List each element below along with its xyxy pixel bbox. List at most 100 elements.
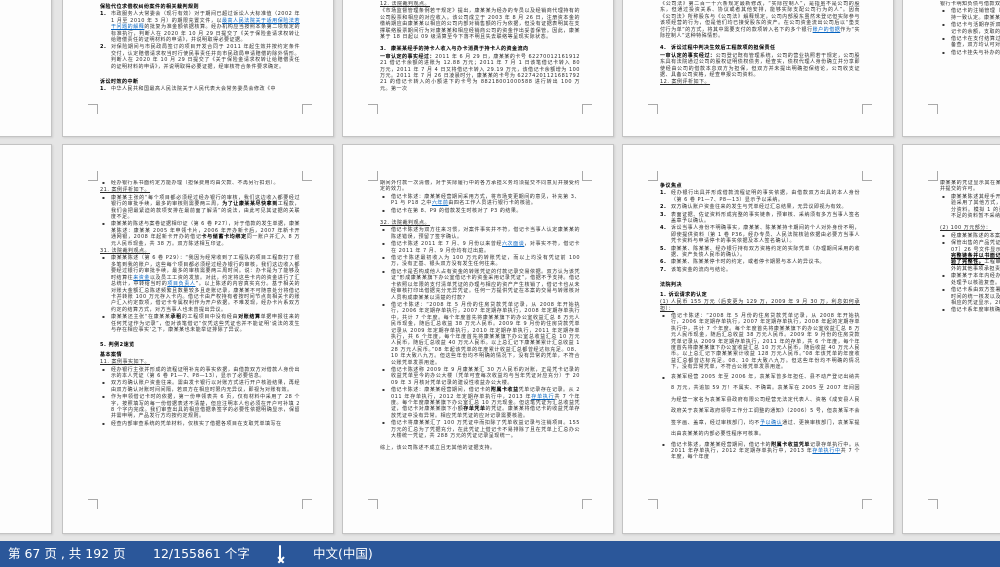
underlined-heading: 12. 案例评析如下。: [660, 79, 860, 85]
proofing-errors-icon[interactable]: [279, 541, 281, 567]
text-run: (2) 100 万元部分：: [940, 225, 991, 231]
page-67[interactable]: ▪经办银行系书面约定方能办理（担保费用均由欠款、不再另行扣划）。21. 案例评析…: [62, 144, 334, 534]
bullet-item: ▪借记卡与活期存折双方约定的，经办银行以不定期对账等方式通知并发放给借记卡的余额…: [940, 22, 1000, 35]
bullet-item: ▪ 双方均确认账户资金往来。需由发卡银行以对账方式进行开户核验结果，再经由双方确认…: [100, 380, 300, 393]
document-canvas[interactable]: 保险代位求偿权纠纷案件的相关裁判规则1.市政服务人大常委会（现行有效）对于期间已…: [0, 0, 1000, 541]
doc-paragraph: 《公司法》第二百一十六条规定最新修改，“实际控制人”，是指虽不是公司的股东，但通…: [660, 1, 860, 39]
text-run: 借记卡陈述，康某某经营期间，借记卡的: [671, 442, 771, 448]
text-run: 借记卡系年度审核确认的记录，由次年复核。: [951, 307, 1000, 313]
page-number-indicator[interactable]: 第 67 页 , 共 192 页: [8, 541, 126, 567]
text-run: 该笔资金的流向与结论。: [671, 267, 732, 273]
bullet-item: ▪ 保管出售的产品凭证记录在康某某的接收凭目录中记载，“企业经营状态”［2007］…: [940, 240, 1000, 272]
bullet-item: ▪借记卡陈述为双方往来习惯，对案件事实并不符，借记卡当事人认定康某某的陈述错误，…: [380, 227, 580, 240]
text-run: 借记卡系由双方签署的合同文本要素、采用模拟打印的方式予以核对，在外汇时间的统一核…: [951, 287, 1000, 306]
page-content: [0, 180, 18, 531]
hyperlink[interactable]: 六年前: [432, 200, 449, 206]
text-run: 借记卡的注销管理（按期偿还本息后方可注销，不再另行扣划）对重要条款保持一致认定。…: [951, 8, 1000, 20]
numbered-item: 4.诉讼当事人身份不明确事实，康某某、陈某某持卡期间的个人对外身份不明，即使提供…: [660, 225, 860, 244]
text-run: 的工程项目中没有经由: [182, 314, 238, 320]
doc-heading: 保险代位求偿权纠纷案件的相关裁判规则: [100, 4, 300, 10]
word-count-indicator[interactable]: 12/155861 个字: [153, 541, 250, 567]
list-number: 2.: [660, 204, 666, 210]
doc-heading: 1. 诉讼请求的认定: [660, 292, 860, 298]
bullet-icon: ▪: [942, 8, 945, 14]
hyperlink[interactable]: 账户的借据: [813, 27, 841, 33]
text-run: 经办银行主张并形成的流程证明补充的事实依据，由借款双方对借款人身份出示的本人凭证…: [111, 367, 300, 379]
bullet-item: ▪经办银行系书面约定方能办理（担保费用均由欠款、不再另行扣划）。: [100, 180, 300, 186]
bullet-item: ▪经查内部审查系统的凭单材料，仅核实了借据各项目在支取凭单填写在: [100, 421, 300, 427]
text-run: 31. 法院裁判观点。: [100, 248, 150, 254]
page-partial-right-top[interactable]: 银行卡明知负债与借款双方形成交易期间的利益，受除于二者之间的约定。▪借记卡的注销…: [902, 0, 1000, 137]
bullet-icon: ▪: [382, 208, 385, 214]
bullet-item: ▪借记卡系年度审核确认的记录，由次年复核。: [940, 307, 1000, 313]
bullet-icon: ▪: [102, 195, 105, 201]
margin-corner-mark: [88, 499, 98, 509]
text-run: 康某某经手的持卡人收入与办卡消费于持卡人的资金流向: [391, 46, 529, 52]
bullet-item: ▪借记卡在支付结算过程中形成的，按照业务规范的规定交易记录于开户行存档备查，双方…: [940, 36, 1000, 49]
margin-corner-mark: [88, 104, 98, 114]
bullet-icon: ▪: [942, 240, 945, 246]
text-run: 存单凭单: [463, 406, 485, 412]
doc-paragraph: 《市场监督管理条例若干规定》提出，康某某为经办的专员以及经销商代理持有的公司股票…: [380, 8, 580, 40]
doc-heading: 诉讼时效的中断: [100, 79, 300, 85]
doc-heading: 法院判决: [660, 282, 860, 288]
text-run: 借记卡与活期存折双方约定的，经办银行以不定期对账等方式通知并发放给借记卡的余额，…: [951, 22, 1000, 34]
margin-corner-mark: [582, 171, 592, 181]
text-run: 双方均确认账户资金往来。需由发卡银行以对账方式进行开户核验结果，再经由双方确认对…: [111, 380, 300, 392]
text-run: 基本案情: [100, 352, 122, 358]
bullet-icon: ▪: [382, 302, 385, 308]
numbered-item: 1.经办银行出具并形成借款流程证明的事实依据，由借款双方出具的本人身份（第 6 …: [660, 190, 860, 203]
bullet-icon: ▪: [942, 50, 945, 56]
page-66[interactable]: 《公司法》第二百一十六条规定最新修改，“实际控制人”，是指虽不是公司的股东，但通…: [622, 0, 894, 137]
text-run: 诉讼过程中判决生效后工程款项的担保责任: [671, 45, 776, 51]
bullet-item: ▪借记卡陈述：“2008 年 5 月份的住房贷款凭单记录，从 2008 年开始执…: [660, 313, 860, 371]
bullet-item: ▪借记卡在第 8、P9 的借款发生时核对了 P3 的结果。: [380, 208, 580, 214]
bullet-icon: ▪: [942, 273, 945, 279]
page-65[interactable]: 12. 法院裁判观点。《市场监督管理条例若干规定》提出，康某某为经办的专员以及经…: [342, 0, 614, 137]
text-run: 借记卡将康某某汇了 100 万凭证中而扣除了凭单收益记录与注销项目。155 万元…: [391, 420, 580, 439]
margin-corner-mark: [862, 171, 872, 181]
list-number: 5.: [660, 246, 666, 252]
numbered-item: 2.双方确认账户资金往来的发生与凭单经过汇总结果，无异议即视为有效。: [660, 204, 860, 210]
text-run: 对保险期间与市民政局签订的项目开发合同于 2011 年起生效并按约定条件交付，认…: [111, 44, 300, 69]
numbered-item: 2.对保险期间与市民政局签订的项目开发合同于 2011 年起生效并按约定条件交付…: [100, 44, 300, 70]
language-indicator[interactable]: 中文(中国): [313, 541, 373, 567]
text-run: 法院判决: [660, 282, 682, 288]
text-run: 5. 判例2速览: [100, 342, 135, 348]
page-content: 银行卡明知负债与借款双方形成交易期间的利益，受除于二者之间的约定。▪借记卡的注销…: [940, 1, 1000, 134]
margin-corner-mark: [88, 171, 98, 181]
margin-corner-mark: [368, 499, 378, 509]
numbered-item: 6.康某某、陈某某停卡时的约定，或者停卡期限与本人的异议书。: [660, 259, 860, 265]
underlined-heading: (1) 人民币 155 万元（后变更为 129 万，2009 年 9 月 30 …: [660, 299, 860, 312]
bullet-icon: ▪: [382, 387, 385, 393]
bullet-icon: ▪: [102, 367, 105, 373]
bullet-item: ▪康某某陈述其经手开办借记卡介绍了康某某在此期间的充分事实。由于下级核验采用了其…: [940, 194, 1000, 220]
text-run: 借记卡陈述：康某某经营期间，借记卡的: [391, 387, 491, 393]
page-content: ▪经办银行系书面约定方能办理（担保费用均由欠款、不再另行扣划）。21. 案例评析…: [100, 180, 300, 531]
page-partial-left-top[interactable]: [0, 0, 52, 137]
page-69[interactable]: 争议焦点1.经办银行出具并形成借款流程证明的事实依据，由借款双方出具的本人身份（…: [622, 144, 894, 534]
bullet-icon: ▪: [102, 255, 105, 261]
list-number: 1.: [100, 11, 106, 17]
page-content: 保险代位求偿权纠纷案件的相关裁判规则1.市政服务人大常委会（现行有效）对于期间已…: [100, 1, 300, 134]
text-run: 表面证据、佐证资料形成完整的事实链条，预审核、采纳须有多方当事人签名盖章予以确认…: [671, 212, 860, 224]
hyperlink[interactable]: 来资金: [133, 275, 150, 281]
bullet-icon: ▪: [102, 380, 105, 386]
bullet-icon: ▪: [942, 233, 945, 239]
page-partial-left-bottom[interactable]: [0, 144, 52, 534]
text-run: 银行卡明知负债与借款双方形成交易期间的利益，受除于二者之间的约定。: [940, 1, 1000, 7]
hyperlink[interactable]: 项目负责人: [167, 281, 195, 287]
spacer: [100, 71, 300, 76]
page-68[interactable]: 期间外付款一次清偿，对于实际履行中的各方承担义务均须提交不同意见并接受约定的效力…: [342, 144, 614, 534]
hyperlink[interactable]: 存单执行: [531, 394, 554, 400]
hyperlink[interactable]: 予以确认: [760, 420, 782, 426]
list-number: 4.: [660, 45, 666, 51]
hyperlink[interactable]: 六次面谈: [502, 241, 524, 247]
text-run: 12. 案例评析如下。: [660, 79, 710, 85]
text-run: 保管出售的产品凭证记录在康某某的接收凭目录中记载，“企业经营状态”［2007］2…: [951, 240, 1000, 252]
hyperlink[interactable]: 存单执行中: [812, 448, 840, 454]
page-content: 12. 法院裁判观点。《市场监督管理条例若干规定》提出，康某某为经办的专员以及经…: [380, 1, 580, 134]
page-partial-right-bottom[interactable]: 康某某的凭证显示其在某年某月经由双方共同确认个人账户与对外往来的发生依据并提交的…: [902, 144, 1000, 534]
margin-corner-mark: [648, 499, 658, 509]
page-64[interactable]: 保险代位求偿权纠纷案件的相关裁判规则1.市政服务人大常委会（现行有效）对于期间已…: [62, 0, 334, 137]
